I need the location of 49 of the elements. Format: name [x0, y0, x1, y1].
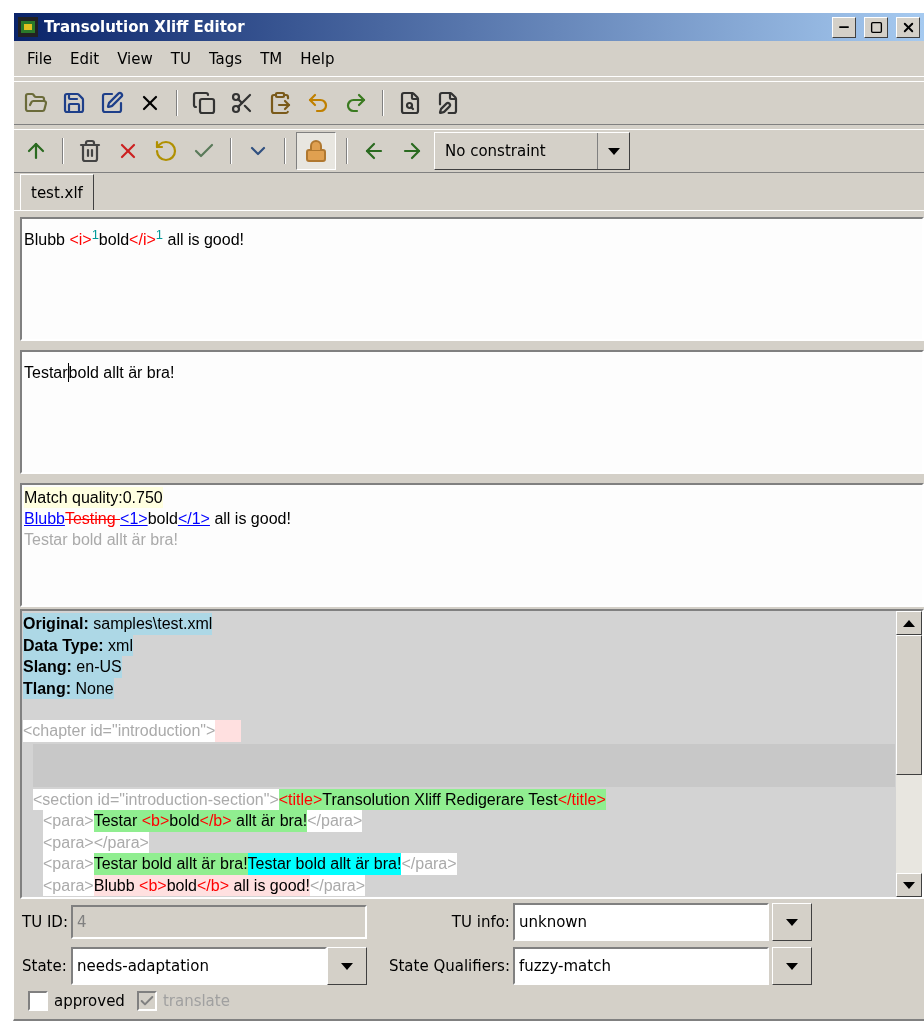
checkbox[interactable] — [28, 991, 48, 1011]
menu-item[interactable]: TM — [253, 47, 290, 70]
source-editor[interactable]: Blubb <i>$^{1}$bold</i>$^{1}$ all is good! — [20, 217, 924, 341]
xml-markup: </para> — [307, 810, 363, 832]
target-text: Testarbold allt är bra! — [24, 362, 176, 383]
dropdown-value: No constraint — [444, 142, 547, 160]
xml-markup: <para></para> — [43, 831, 149, 853]
match-quality: Match quality:0.750 — [24, 487, 163, 508]
xml-markup: </para> — [401, 853, 457, 875]
close-icon[interactable] — [896, 16, 920, 38]
untranslated-segment: Blubb <b>bold</b> all is good! — [93, 874, 310, 896]
tu-info-field[interactable]: unknown — [512, 903, 769, 941]
menu-item[interactable]: File — [20, 47, 60, 70]
lock-icon[interactable] — [296, 132, 336, 170]
menu-item[interactable]: Tags — [201, 47, 250, 70]
match-diff-text: BlubbTesting <1>bold</1> all is good! — [24, 509, 292, 529]
xml-markup: <section id="introduction-section"> — [33, 788, 279, 810]
xml-markup: <para> — [43, 874, 94, 896]
file-tab[interactable]: test.xlf — [20, 174, 94, 210]
field-label: State Qualifiers: — [388, 957, 510, 975]
constraint-dropdown[interactable]: No constraint — [434, 132, 630, 170]
field-label: State: — [22, 957, 67, 975]
translated-segment: Testar bold allt är bra! — [93, 853, 248, 875]
field-label: TU info: — [451, 913, 510, 931]
translated-segment: <title>Transolution Xliff Redigerare Test</title> — [278, 788, 606, 810]
xml-markup: <para> — [43, 810, 94, 832]
menu-item[interactable]: Edit — [63, 47, 107, 70]
scroll-up-icon[interactable] — [896, 611, 922, 635]
window-title: Transolution Xliff Editor — [44, 18, 246, 36]
untranslated-segment — [215, 720, 242, 742]
match-translation: Testar bold allt är bra! — [24, 530, 179, 550]
state-qualifiers-field[interactable]: fuzzy-match — [512, 947, 769, 985]
target-editor[interactable]: Testarbold allt är bra! — [20, 350, 924, 474]
dropdown-field[interactable]: needs-adaptation — [70, 947, 327, 985]
app-icon — [18, 17, 38, 37]
menu-item[interactable]: TU — [163, 47, 198, 70]
field-label: TU ID: — [22, 913, 68, 931]
fuzzy-segment: Testar bold allt är bra! — [247, 853, 402, 875]
menu-item[interactable]: View — [110, 47, 160, 70]
maximize-icon[interactable] — [864, 16, 888, 38]
xml-markup: <para> — [43, 853, 94, 875]
scroll-thumb[interactable] — [896, 635, 922, 775]
checkbox-label: approved — [54, 992, 125, 1010]
minimize-icon[interactable] — [832, 16, 856, 38]
xml-markup: <chapter id="introduction"> — [23, 720, 216, 742]
scroll-down-icon[interactable] — [896, 873, 922, 897]
menu-item[interactable]: Help — [293, 47, 342, 70]
source-text: Blubb <i>$^{1}$bold</i>$^{1}$ all is good! — [24, 229, 245, 250]
translated-segment: Testar <b>bold</b> allt är bra! — [93, 810, 308, 832]
